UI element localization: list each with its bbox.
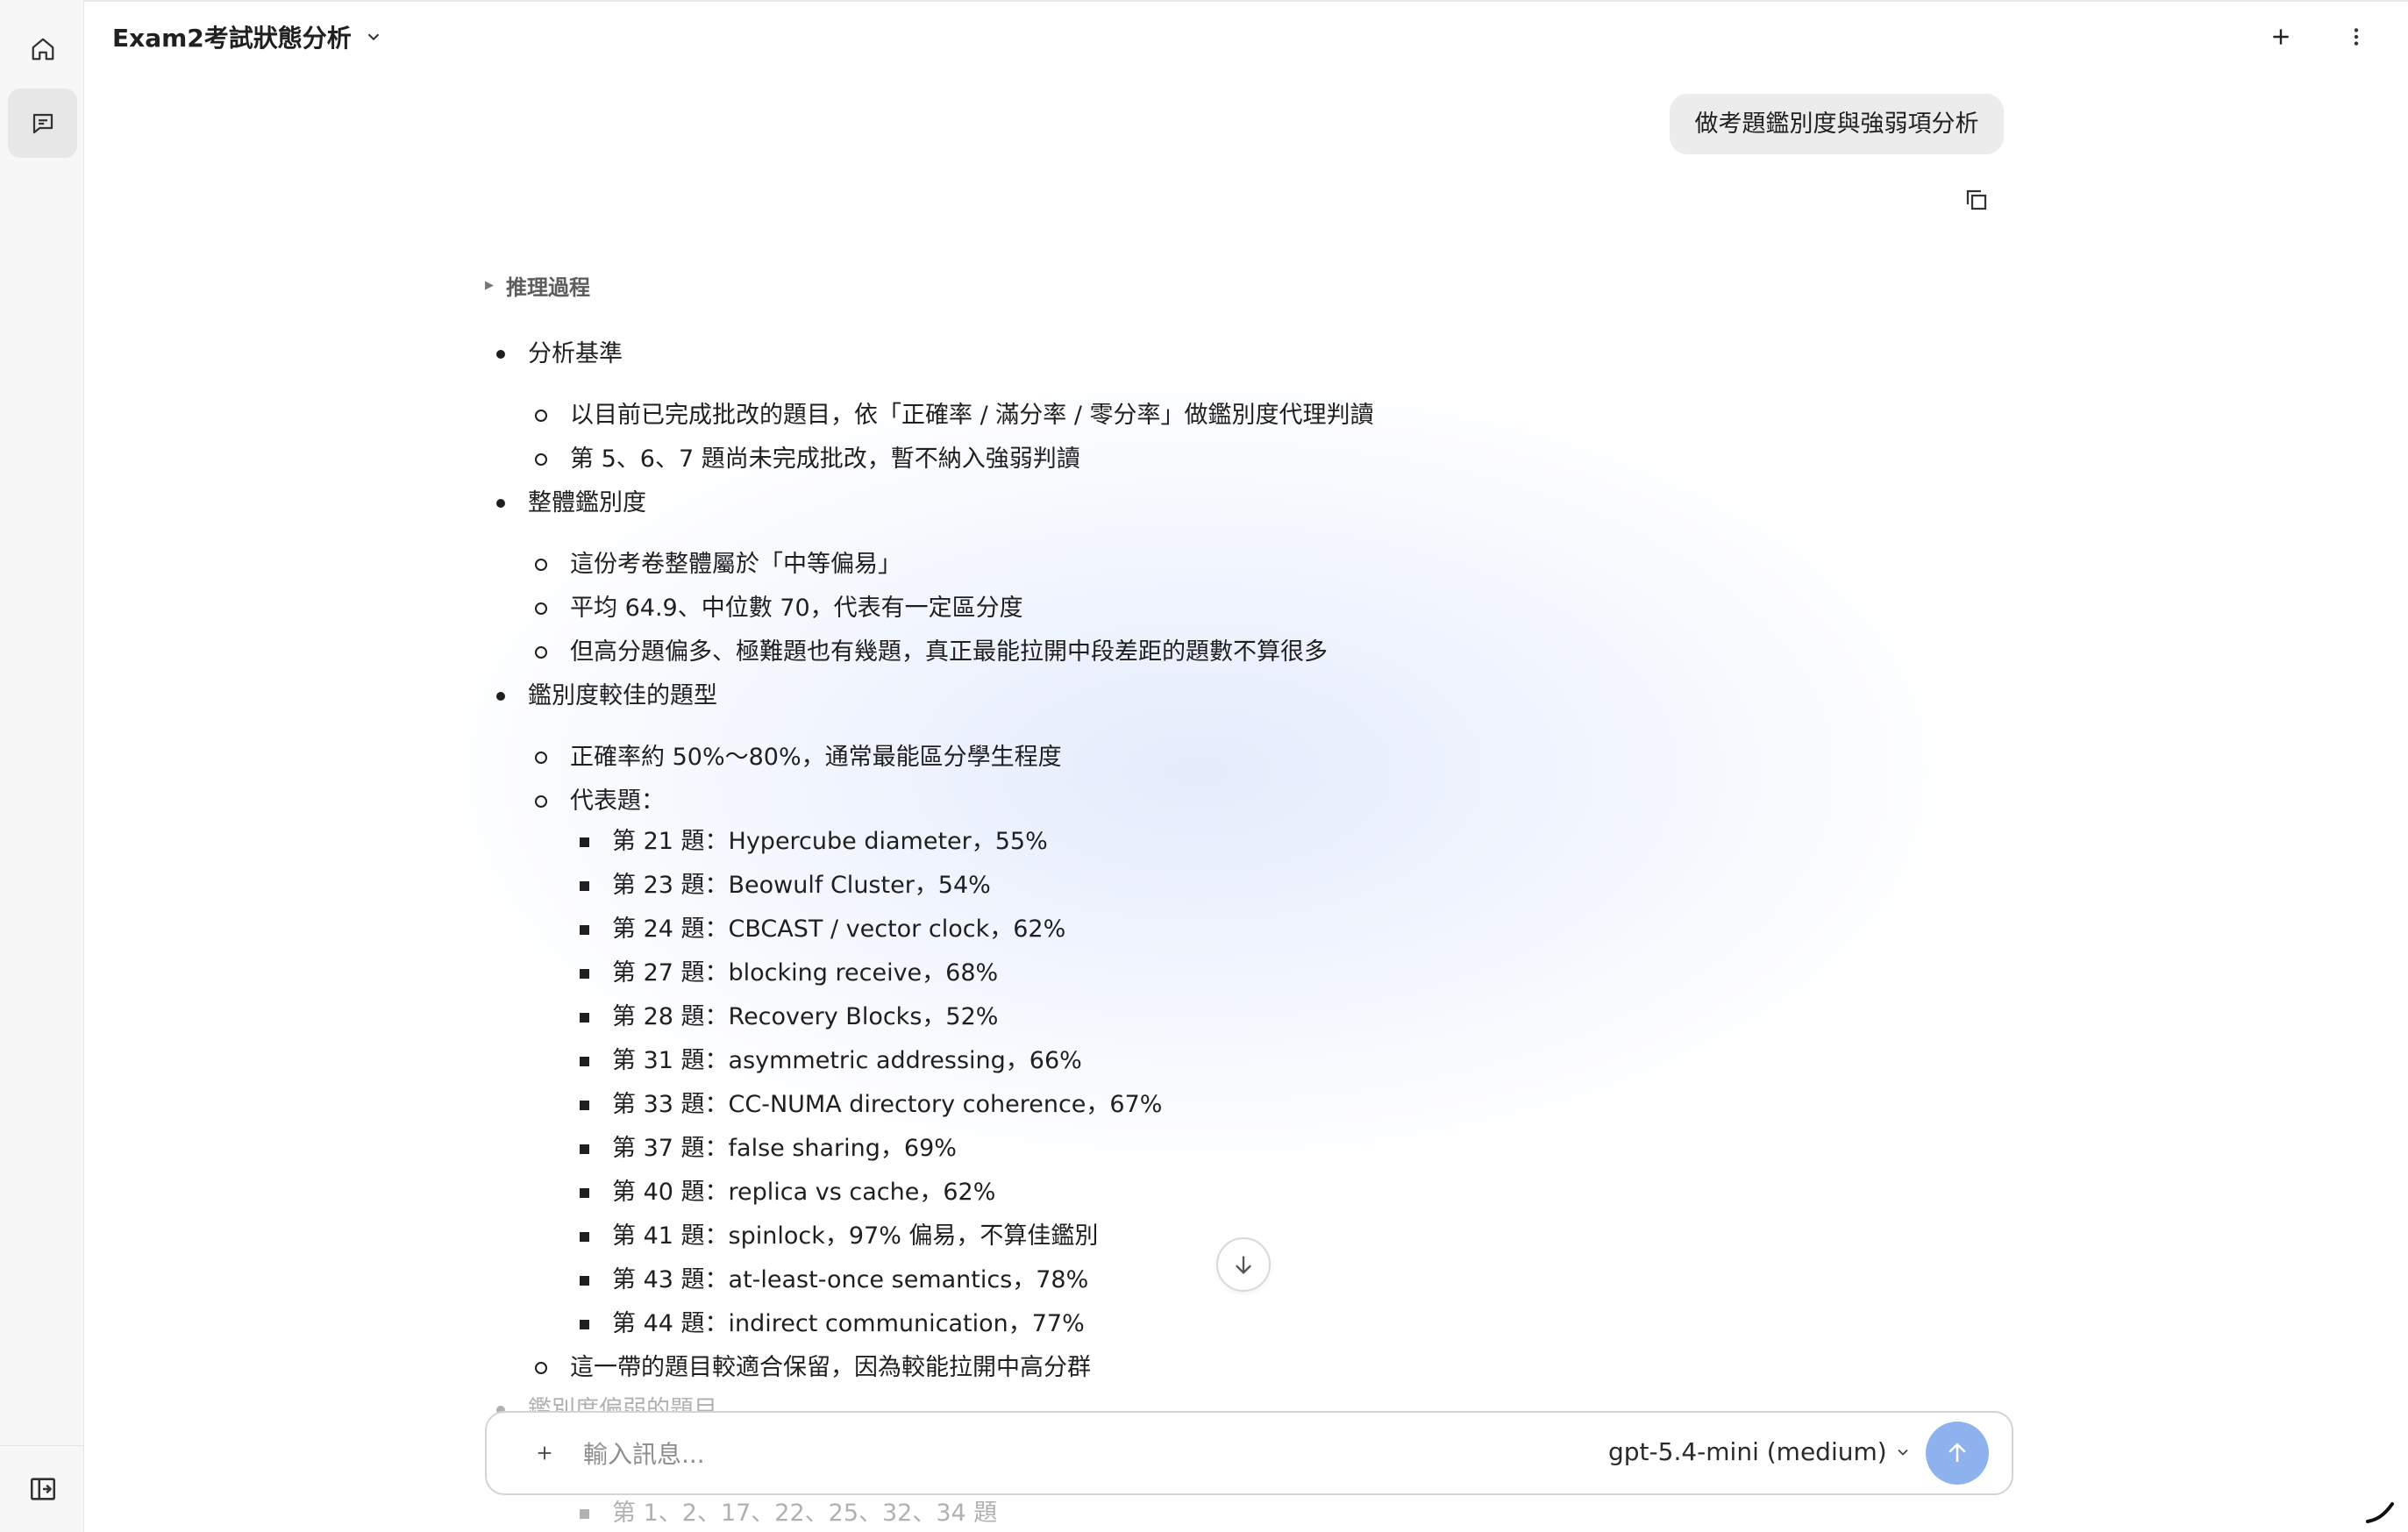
sidebar-divider [0, 1445, 83, 1446]
loading-spinner-icon [2366, 1502, 2394, 1523]
bullet-square [580, 1057, 589, 1066]
bullet-square [580, 1276, 589, 1286]
bullet-ring [535, 410, 547, 422]
bullet-square [580, 1320, 589, 1329]
send-button[interactable] [1926, 1422, 1989, 1485]
sidebar-toggle-icon [30, 1477, 55, 1500]
assistant-response: 分析基準 以目前已完成批改的題目，依「正確率 / 滿分率 / 零分率」做鑑別度代… [84, 0, 2408, 1532]
scroll-to-bottom-button[interactable] [1216, 1237, 1271, 1292]
list-item: 平均 64.9、中位數 70，代表有一定區分度 [570, 595, 1023, 622]
sub-list-item: 第 27 題：blocking receive，68% [612, 959, 999, 987]
bullet-ring [535, 752, 547, 764]
bullet-ring [535, 646, 547, 659]
bullet-dot [496, 499, 505, 508]
home-icon [32, 38, 53, 60]
bullet-square [580, 1188, 589, 1198]
bullet-ring [535, 559, 547, 571]
bullet-square [580, 1232, 589, 1242]
bullet-ring [535, 795, 547, 808]
message-input[interactable] [581, 1432, 1585, 1476]
sub-list-item: 第 37 題：false sharing，69% [612, 1135, 957, 1162]
bullet-ring [535, 602, 547, 615]
list-item: 這一帶的題目較適合保留，因為較能拉開中高分群 [570, 1354, 1091, 1381]
plus-icon [538, 1446, 552, 1460]
list-item: 但高分題偏多、極難題也有幾題，真正最能拉開中段差距的題數不算很多 [570, 638, 1328, 666]
bullet-square [580, 1144, 589, 1154]
main-panel: Exam2考試狀態分析 做考題鑑別度與強弱項分析 ▶ 推理過程 分析基準 以目前… [84, 0, 2408, 1532]
home-button[interactable] [8, 14, 77, 83]
attach-button[interactable] [525, 1434, 564, 1472]
list-item: 正確率約 50%～80%，通常最能區分學生程度 [570, 744, 1062, 771]
list-item: 代表題： [570, 787, 665, 815]
bullet-square [580, 881, 589, 891]
model-selector-label: gpt-5.4-mini (medium) [1608, 1437, 1887, 1466]
list-item: 第 5、6、7 題尚未完成批改，暫不納入強弱判讀 [570, 445, 1080, 473]
sub-list-item: 第 44 題：indirect communication，77% [612, 1310, 1085, 1337]
sidebar-toggle-button[interactable] [8, 1454, 77, 1523]
section-heading: 鑑別度較佳的題型 [528, 682, 717, 709]
bullet-dot [496, 692, 505, 701]
chat-button[interactable] [8, 89, 77, 158]
section-heading: 分析基準 [528, 340, 623, 367]
bullet-square [580, 837, 589, 847]
bullet-square [580, 1013, 589, 1023]
sub-list-item: 第 1、2、17、22、25、32、34 題 [612, 1500, 998, 1527]
list-item: 以目前已完成批改的題目，依「正確率 / 滿分率 / 零分率」做鑑別度代理判讀 [570, 402, 1374, 429]
bullet-square [580, 969, 589, 979]
sub-list-item: 第 23 題：Beowulf Cluster，54% [612, 872, 991, 899]
sub-list-item: 第 41 題：spinlock，97% 偏易，不算佳鑑別 [612, 1222, 1099, 1250]
sub-list-item: 第 40 題：replica vs cache，62% [612, 1179, 996, 1206]
bullet-square [580, 1101, 589, 1110]
bullet-square [580, 925, 589, 935]
sub-list-item: 第 43 題：at-least-once semantics，78% [612, 1266, 1089, 1293]
message-composer: gpt-5.4-mini (medium) [485, 1411, 2013, 1495]
sub-list-item: 第 24 題：CBCAST / vector clock，62% [612, 916, 1066, 943]
chat-icon [32, 113, 53, 133]
sub-list-item: 第 28 題：Recovery Blocks，52% [612, 1003, 999, 1030]
sub-list-item: 第 21 題：Hypercube diameter，55% [612, 828, 1048, 855]
sub-list-item: 第 33 題：CC-NUMA directory coherence，67% [612, 1091, 1163, 1118]
bullet-ring [535, 453, 547, 466]
list-item: 這份考卷整體屬於「中等偏易」 [570, 551, 901, 578]
sub-list-item: 第 31 題：asymmetric addressing，66% [612, 1047, 1082, 1074]
arrow-up-icon [1948, 1443, 1966, 1462]
bullet-ring [535, 1362, 547, 1374]
bullet-dot [496, 350, 505, 359]
model-selector[interactable]: gpt-5.4-mini (medium) [1608, 1437, 1912, 1466]
bullet-square [580, 1509, 589, 1519]
arrow-down-icon [1236, 1256, 1251, 1274]
chevron-down-icon [1898, 1449, 1908, 1456]
sidebar [0, 0, 84, 1532]
section-heading: 整體鑑別度 [528, 489, 646, 517]
